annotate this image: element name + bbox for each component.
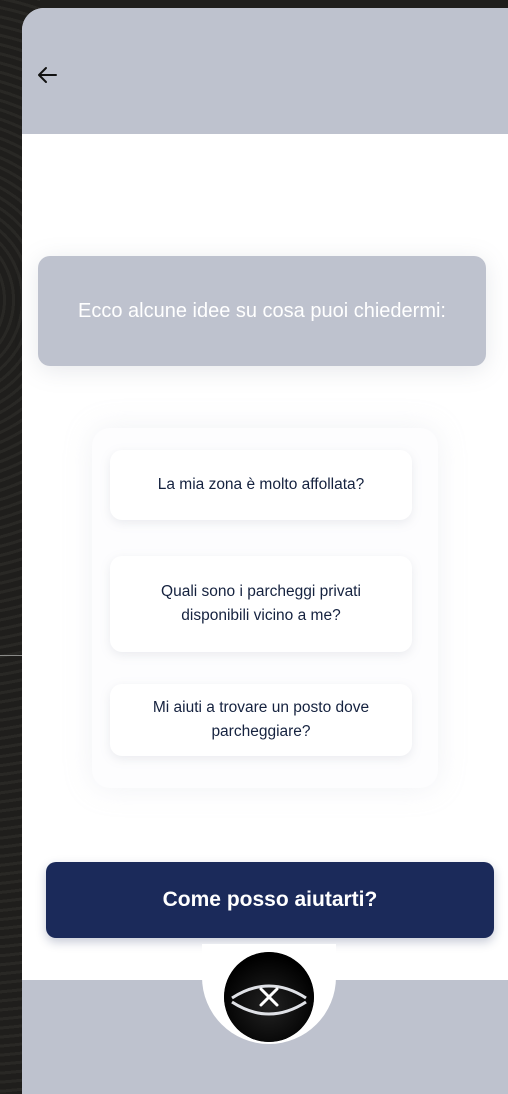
suggestion-crowded-zone[interactable]: La mia zona è molto affollata? bbox=[110, 450, 412, 520]
intro-banner: Ecco alcune idee su cosa puoi chiedermi: bbox=[38, 256, 486, 366]
close-button[interactable] bbox=[224, 952, 314, 1042]
suggestion-find-spot[interactable]: Mi aiuti a trovare un posto dove parcheg… bbox=[110, 684, 412, 756]
suggestion-text: Quali sono i parcheggi privati disponibi… bbox=[161, 583, 361, 624]
arrow-left-icon bbox=[38, 67, 57, 83]
close-icon bbox=[224, 952, 314, 1042]
background-divider bbox=[0, 655, 22, 656]
ask-button[interactable]: Come posso aiutarti? bbox=[46, 862, 494, 938]
suggestion-private-parking[interactable]: Quali sono i parcheggi privati disponibi… bbox=[110, 556, 412, 652]
suggestion-text: La mia zona è molto affollata? bbox=[157, 476, 365, 493]
intro-text: Ecco alcune idee su cosa puoi chiedermi: bbox=[78, 300, 446, 322]
back-button[interactable] bbox=[32, 60, 62, 90]
suggestion-text: Mi aiuti a trovare un posto dove parcheg… bbox=[152, 699, 370, 740]
top-bar bbox=[22, 8, 508, 134]
